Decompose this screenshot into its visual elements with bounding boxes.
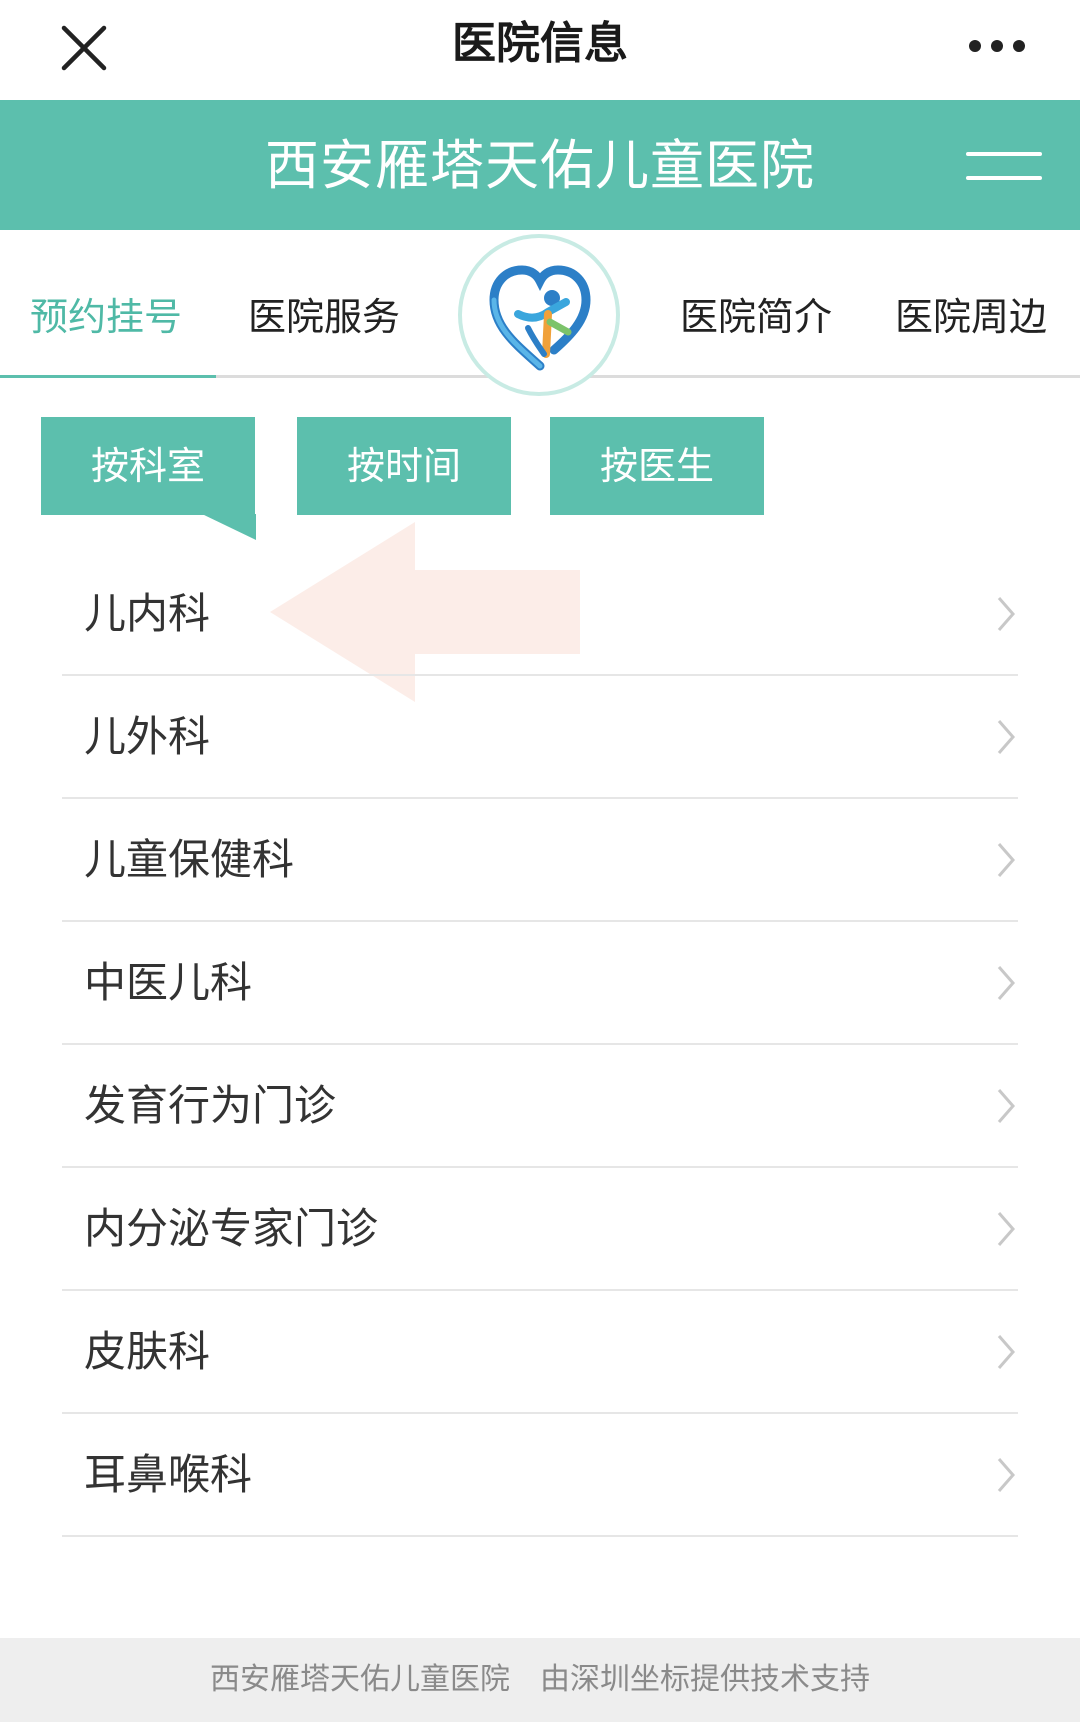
tab-hospital-surroundings[interactable]: 医院周边 xyxy=(895,292,1047,342)
hospital-name: 西安雁塔天佑儿童医院 xyxy=(265,134,815,197)
page-title: 医院信息 xyxy=(452,18,628,69)
department-list: 儿内科 儿外科 儿童保健科 中医儿科 发育行为门诊 内分泌专家门诊 皮肤科 耳鼻… xyxy=(62,553,1018,1537)
department-label: 儿外科 xyxy=(84,712,211,761)
title-bar: 医院信息 xyxy=(0,0,1080,100)
department-row-pediatric-internal[interactable]: 儿内科 xyxy=(62,553,1018,676)
department-label: 内分泌专家门诊 xyxy=(84,1204,379,1253)
department-row-ent[interactable]: 耳鼻喉科 xyxy=(62,1414,1018,1537)
department-row-endocrine-expert[interactable]: 内分泌专家门诊 xyxy=(62,1168,1018,1291)
chevron-right-icon xyxy=(997,1458,1015,1492)
heart-logo-icon xyxy=(489,265,591,371)
more-icon xyxy=(969,40,1025,52)
chevron-right-icon xyxy=(997,1212,1015,1246)
department-label: 皮肤科 xyxy=(84,1327,211,1376)
tab-hospital-intro[interactable]: 医院简介 xyxy=(680,292,832,342)
tab-appointment[interactable]: 预约挂号 xyxy=(30,292,182,342)
footer-tech-support: 由深圳坐标提供技术支持 xyxy=(540,1662,870,1697)
filter-by-department-button[interactable]: 按科室 xyxy=(41,417,255,515)
chevron-right-icon xyxy=(997,966,1015,1000)
department-label: 中医儿科 xyxy=(84,958,253,1007)
footer: 西安雁塔天佑儿童医院 由深圳坐标提供技术支持 xyxy=(0,1638,1080,1722)
active-filter-pointer xyxy=(202,514,256,540)
chevron-right-icon xyxy=(997,843,1015,877)
nav-tabs: 预约挂号 医院服务 医院简介 医院周边 xyxy=(0,230,1080,396)
department-label: 儿童保健科 xyxy=(84,835,295,884)
department-row-tcm-pediatrics[interactable]: 中医儿科 xyxy=(62,922,1018,1045)
department-label: 耳鼻喉科 xyxy=(84,1450,253,1499)
department-label: 儿内科 xyxy=(84,589,211,638)
department-row-child-healthcare[interactable]: 儿童保健科 xyxy=(62,799,1018,922)
footer-hospital-name: 西安雁塔天佑儿童医院 xyxy=(210,1662,510,1697)
department-row-dermatology[interactable]: 皮肤科 xyxy=(62,1291,1018,1414)
filter-by-time-button[interactable]: 按时间 xyxy=(297,417,511,515)
hospital-header: 西安雁塔天佑儿童医院 xyxy=(0,100,1080,230)
department-label: 发育行为门诊 xyxy=(84,1081,337,1130)
department-row-pediatric-surgery[interactable]: 儿外科 xyxy=(62,676,1018,799)
chevron-right-icon xyxy=(997,597,1015,631)
hospital-logo xyxy=(458,234,620,396)
department-row-developmental-behavior[interactable]: 发育行为门诊 xyxy=(62,1045,1018,1168)
more-button[interactable] xyxy=(962,28,1032,68)
menu-button[interactable] xyxy=(966,146,1042,186)
tab-hospital-services[interactable]: 医院服务 xyxy=(248,292,400,342)
chevron-right-icon xyxy=(997,720,1015,754)
chevron-right-icon xyxy=(997,1089,1015,1123)
active-tab-indicator xyxy=(0,375,216,378)
filter-by-doctor-button[interactable]: 按医生 xyxy=(550,417,764,515)
chevron-right-icon xyxy=(997,1335,1015,1369)
